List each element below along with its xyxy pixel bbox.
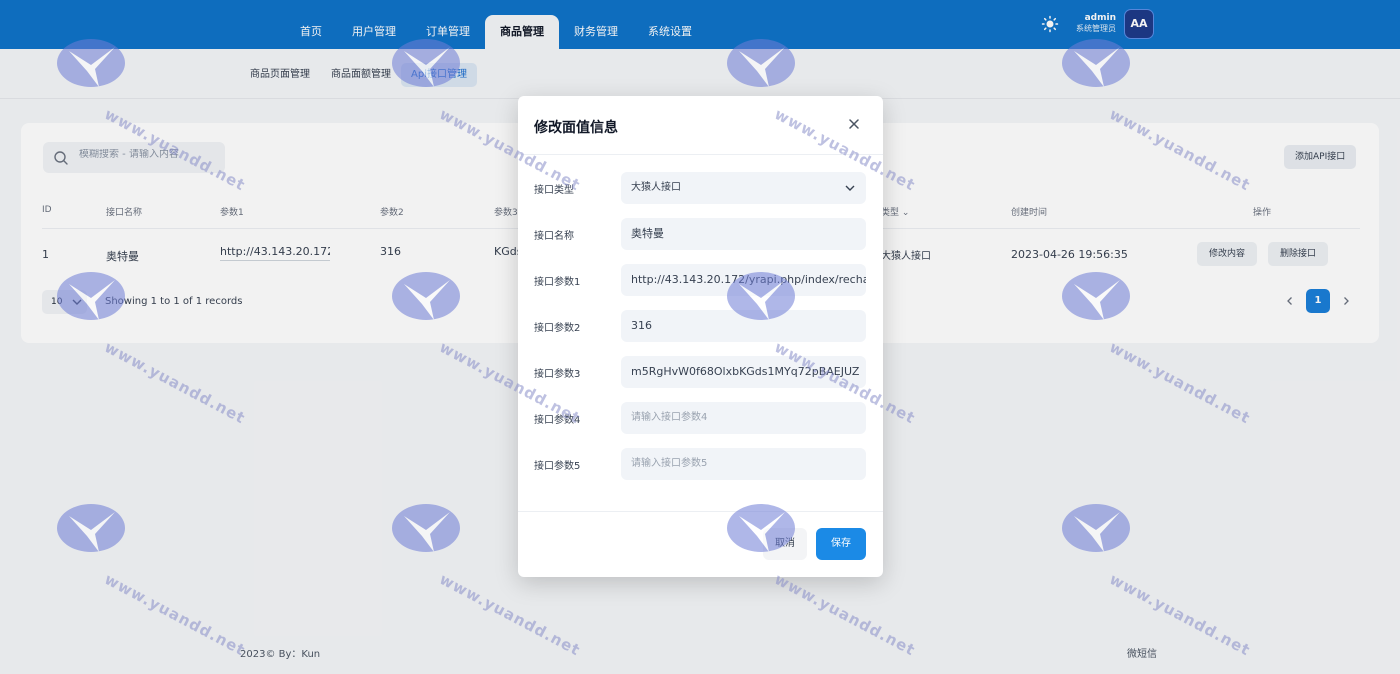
interface-name-input[interactable]: 奥特曼 — [621, 218, 866, 250]
chevron-down-icon — [845, 185, 855, 191]
field-label-param5: 接口参数5 — [534, 461, 581, 472]
field-label-param3: 接口参数3 — [534, 369, 581, 380]
interface-type-select[interactable]: 大猿人接口 — [621, 172, 866, 204]
param3-input[interactable]: m5RgHvW0f68OlxbKGds1MYq72pBAEJUZ — [621, 356, 866, 388]
field-label-name: 接口名称 — [534, 231, 574, 242]
field-label-param4: 接口参数4 — [534, 415, 581, 426]
field-label-type: 接口类型 — [534, 185, 574, 196]
param5-input[interactable]: 请输入接口参数5 — [621, 448, 866, 480]
field-label-param1: 接口参数1 — [534, 277, 581, 288]
param1-input[interactable]: http://43.143.20.172/yrapi.php/index/rec… — [621, 264, 866, 296]
modal-header-divider — [518, 154, 883, 155]
field-label-param2: 接口参数2 — [534, 323, 581, 334]
close-icon[interactable] — [846, 116, 862, 132]
modal-title: 修改面值信息 — [534, 120, 618, 136]
interface-type-value: 大猿人接口 — [631, 182, 681, 193]
param2-input[interactable]: 316 — [621, 310, 866, 342]
param4-input[interactable]: 请输入接口参数4 — [621, 402, 866, 434]
save-button[interactable]: 保存 — [816, 528, 866, 560]
cancel-button[interactable]: 取消 — [763, 528, 807, 560]
edit-api-modal: 修改面值信息 接口类型 大猿人接口 接口名称 奥特曼 接口参数1 http://… — [518, 96, 883, 577]
modal-footer-divider — [518, 511, 883, 512]
